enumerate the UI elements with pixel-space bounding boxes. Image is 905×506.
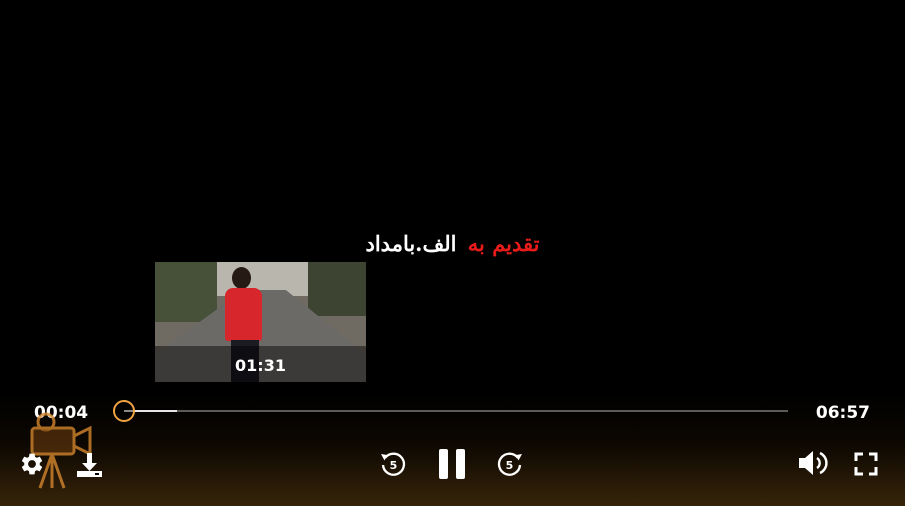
fullscreen-button[interactable] [854,452,878,476]
video-subtitle: تقدیم به الف.بامداد [0,228,905,260]
volume-icon [798,450,828,476]
settings-button[interactable] [19,451,45,477]
rewind-5-icon: 5 [378,449,408,479]
pause-icon [438,448,466,480]
pause-button[interactable] [438,448,466,480]
subtitle-part-red: تقدیم به [467,231,540,256]
download-icon [76,452,103,478]
forward-seconds: 5 [506,459,514,472]
seek-preview-thumbnail: 01:31 [155,262,366,382]
forward-button[interactable]: 5 [495,449,525,479]
preview-trees-left [155,262,217,322]
total-duration: 06:57 [815,403,870,423]
volume-button[interactable] [798,450,828,476]
preview-person-shirt [225,288,262,341]
gear-icon [19,451,45,477]
preview-time-label: 01:31 [235,356,286,375]
seek-bar[interactable] [113,400,788,422]
fullscreen-icon [854,452,878,476]
preview-person-head [232,267,251,289]
subtitle-part-white: الف.بامداد [365,231,457,256]
video-player[interactable]: تقدیم به الف.بامداد 01:31 00:04 06:57 5 … [0,0,905,506]
download-button[interactable] [76,452,103,478]
rewind-button[interactable]: 5 [378,449,408,479]
rewind-seconds: 5 [390,459,398,472]
forward-5-icon: 5 [495,449,525,479]
preview-trees-right [308,262,366,316]
seek-handle[interactable] [113,400,135,422]
